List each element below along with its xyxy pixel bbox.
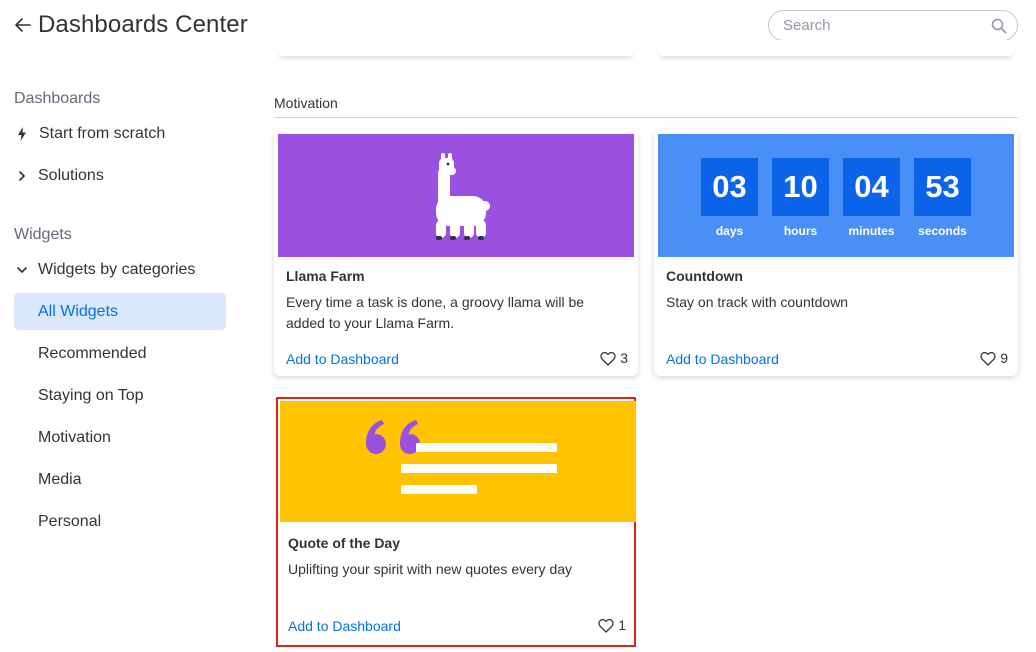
chevron-down-icon	[14, 262, 30, 278]
countdown-minutes: 04 minutes	[843, 158, 900, 238]
countdown-days: 03 days	[701, 158, 758, 238]
search-box[interactable]	[768, 10, 1018, 41]
sidebar-item-label: Staying on Top	[38, 386, 144, 404]
sidebar-item-media[interactable]: Media	[14, 461, 226, 498]
sidebar-item-label: Widgets by categories	[38, 260, 196, 278]
like-button[interactable]: 9	[980, 350, 1008, 366]
back-arrow-icon[interactable]	[12, 14, 34, 36]
countdown-unit: seconds	[918, 224, 967, 238]
sidebar-item-label: Media	[38, 470, 82, 488]
sidebar-item-label: All Widgets	[38, 302, 119, 320]
countdown-value: 53	[914, 158, 971, 216]
lightning-icon	[14, 126, 30, 142]
card-description: Uplifting your spirit with new quotes ev…	[288, 561, 573, 577]
countdown-value: 10	[772, 158, 829, 216]
widget-card-quote-of-the-day[interactable]: Quote of the Day Uplifting your spirit w…	[276, 397, 636, 647]
sidebar-item-start-from-scratch[interactable]: Start from scratch	[14, 115, 226, 152]
like-count: 3	[620, 350, 628, 366]
heart-icon	[598, 618, 614, 633]
countdown-value: 03	[701, 158, 758, 216]
llama-icon	[436, 153, 490, 240]
card-title: Quote of the Day	[288, 535, 401, 551]
card-description: Every time a task is done, a groovy llam…	[286, 294, 585, 331]
heart-icon	[980, 351, 996, 366]
countdown-hours: 10 hours	[772, 158, 829, 238]
search-input[interactable]	[783, 17, 983, 34]
sidebar-item-staying-on-top[interactable]: Staying on Top	[14, 377, 226, 414]
add-to-dashboard-link[interactable]: Add to Dashboard	[286, 351, 399, 367]
sidebar-item-personal[interactable]: Personal	[14, 503, 226, 540]
countdown-display: 03 days 10 hours 04 minutes 53 seconds	[701, 158, 971, 238]
chevron-right-icon	[14, 168, 30, 184]
previous-card-bottom	[658, 40, 1014, 56]
category-heading: Motivation	[274, 95, 338, 111]
sidebar-item-label: Solutions	[38, 166, 104, 184]
widget-card-countdown[interactable]: 03 days 10 hours 04 minutes 53 seconds C…	[654, 130, 1018, 376]
like-button[interactable]: 3	[600, 350, 628, 366]
sidebar-item-label: Personal	[38, 512, 102, 530]
page-title: Dashboards Center	[38, 11, 248, 38]
card-title: Countdown	[666, 268, 743, 284]
like-count: 1	[618, 617, 626, 633]
like-count: 9	[1000, 350, 1008, 366]
card-title: Llama Farm	[286, 268, 365, 284]
sidebar-item-motivation[interactable]: Motivation	[14, 419, 226, 456]
category-divider	[274, 117, 1018, 118]
sidebar-item-label: Motivation	[38, 428, 111, 446]
countdown-value: 04	[843, 158, 900, 216]
countdown-unit: days	[715, 224, 744, 238]
widget-card-llama-farm[interactable]: Llama Farm Every time a task is done, a …	[274, 130, 638, 376]
sidebar-item-widgets-by-categories[interactable]: Widgets by categories	[14, 251, 226, 288]
add-to-dashboard-link[interactable]: Add to Dashboard	[666, 351, 779, 367]
section-title-widgets: Widgets	[14, 226, 72, 243]
sidebar-item-solutions[interactable]: Solutions	[14, 157, 226, 194]
sidebar: Dashboards Start from scratch Solutions …	[0, 54, 240, 652]
card-banner: 03 days 10 hours 04 minutes 53 seconds	[658, 134, 1014, 257]
card-banner	[280, 401, 636, 522]
previous-card-bottom	[278, 40, 634, 56]
like-button[interactable]: 1	[598, 617, 626, 633]
card-banner	[278, 134, 634, 257]
sidebar-item-label: Recommended	[38, 344, 147, 362]
quote-icon	[366, 420, 557, 494]
sidebar-item-all-widgets[interactable]: All Widgets	[14, 293, 226, 330]
search-icon[interactable]	[991, 18, 1007, 34]
countdown-seconds: 53 seconds	[914, 158, 971, 238]
section-title-dashboards: Dashboards	[14, 90, 101, 107]
countdown-unit: minutes	[848, 224, 895, 238]
sidebar-item-recommended[interactable]: Recommended	[14, 335, 226, 372]
sidebar-item-label: Start from scratch	[39, 124, 166, 142]
card-description: Stay on track with countdown	[666, 294, 849, 310]
add-to-dashboard-link[interactable]: Add to Dashboard	[288, 618, 401, 634]
heart-icon	[600, 351, 616, 366]
countdown-unit: hours	[783, 224, 818, 238]
